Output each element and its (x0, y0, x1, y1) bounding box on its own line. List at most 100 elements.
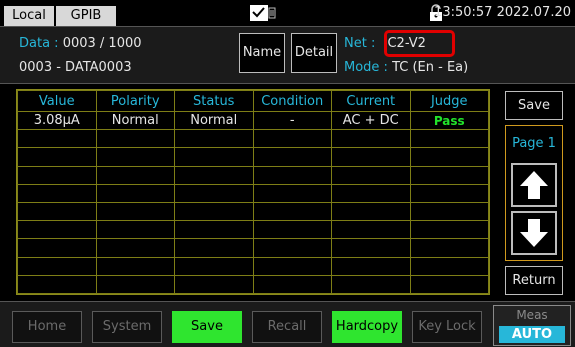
table-row[interactable] (17, 256, 489, 276)
page-down-button[interactable] (511, 211, 557, 255)
table-row[interactable] (17, 147, 489, 167)
cell (409, 183, 489, 203)
data-label: Data : (19, 36, 59, 51)
cell (174, 256, 254, 276)
meas-mode-button[interactable]: Meas AUTO (493, 305, 571, 346)
cell (17, 220, 97, 240)
cell (409, 165, 489, 185)
net-label: Net : (344, 36, 376, 51)
cell (252, 238, 332, 258)
cell (331, 183, 411, 203)
cell (409, 256, 489, 276)
cell (17, 129, 97, 149)
cell (174, 147, 254, 167)
cell (95, 183, 175, 203)
page-navigator: Page 1 (505, 125, 563, 261)
table-row[interactable] (17, 274, 489, 295)
cell (252, 183, 332, 203)
detail-button[interactable]: Detail (291, 33, 337, 73)
cell (95, 201, 175, 222)
cell (409, 238, 489, 258)
cell (17, 238, 97, 258)
cell-status: Normal (174, 110, 254, 131)
cell (409, 274, 489, 295)
save-record-button[interactable]: Save (505, 91, 563, 120)
cell (17, 147, 97, 167)
cell (17, 183, 97, 203)
cell (17, 256, 97, 276)
page-up-button[interactable] (511, 163, 557, 207)
info-panel: Data : 0003 / 1000 0003 - DATA0003 Name … (0, 26, 575, 84)
cell (95, 238, 175, 258)
cell (331, 256, 411, 276)
table-row[interactable] (17, 165, 489, 185)
cell (95, 147, 175, 167)
cell (95, 220, 175, 240)
table-row[interactable] (17, 183, 489, 203)
data-counter: Data : 0003 / 1000 (19, 36, 142, 51)
cell (331, 220, 411, 240)
page-indicator: Page 1 (512, 136, 556, 151)
cell-judge: Pass (409, 110, 489, 131)
cell (174, 238, 254, 258)
column-header-polarity: Polarity (95, 90, 175, 112)
system-button[interactable]: System (92, 311, 162, 343)
cell (409, 129, 489, 149)
cell (17, 274, 97, 295)
table-row[interactable] (17, 220, 489, 240)
cell (331, 129, 411, 149)
save-button[interactable]: Save (172, 311, 242, 343)
column-header-judge: Judge (409, 90, 489, 112)
cell (17, 165, 97, 185)
cell (174, 129, 254, 149)
usb-icon (250, 5, 276, 21)
arrow-down-icon (520, 219, 548, 247)
meas-mode-value: AUTO (499, 326, 565, 343)
home-button[interactable]: Home (12, 311, 82, 343)
cell (252, 256, 332, 276)
cell (174, 165, 254, 185)
name-button[interactable]: Name (239, 33, 285, 73)
data-name: 0003 - DATA0003 (19, 60, 132, 75)
column-header-status: Status (174, 90, 254, 112)
cell (174, 183, 254, 203)
table-row[interactable]: 3.08µA Normal Normal - AC + DC Pass (17, 110, 489, 131)
local-indicator: Local (4, 6, 54, 26)
cell (331, 165, 411, 185)
cell (331, 147, 411, 167)
cell (252, 274, 332, 295)
clock: 13:50:57 2022.07.20 (434, 5, 571, 20)
cell (409, 220, 489, 240)
mode-display: Mode : TC (En - Ea) (344, 60, 468, 75)
table-header-row: Value Polarity Status Condition Current … (17, 90, 489, 112)
table-row[interactable] (17, 238, 489, 258)
cell (174, 201, 254, 222)
net-highlight-box (384, 30, 455, 57)
cell-polarity: Normal (95, 110, 175, 131)
table-row[interactable] (17, 201, 489, 222)
cell (409, 147, 489, 167)
return-button[interactable]: Return (505, 266, 563, 295)
cell (331, 238, 411, 258)
results-table: Value Polarity Status Condition Current … (16, 89, 490, 295)
gpib-indicator: GPIB (56, 6, 116, 26)
column-header-value: Value (17, 90, 97, 112)
meas-label: Meas (516, 308, 548, 322)
mode-label: Mode : (344, 60, 388, 75)
hardcopy-button[interactable]: Hardcopy (332, 311, 402, 343)
cell (252, 165, 332, 185)
table-row[interactable] (17, 129, 489, 149)
cell (252, 220, 332, 240)
cell (174, 274, 254, 295)
cell (174, 220, 254, 240)
cell (252, 201, 332, 222)
cell (95, 129, 175, 149)
cell (95, 165, 175, 185)
cell (252, 129, 332, 149)
key-lock-button[interactable]: Key Lock (412, 311, 482, 343)
cell (17, 201, 97, 222)
cell (409, 201, 489, 222)
recall-button[interactable]: Recall (252, 311, 322, 343)
mode-value: TC (En - Ea) (392, 60, 469, 75)
arrow-up-icon (520, 171, 548, 199)
